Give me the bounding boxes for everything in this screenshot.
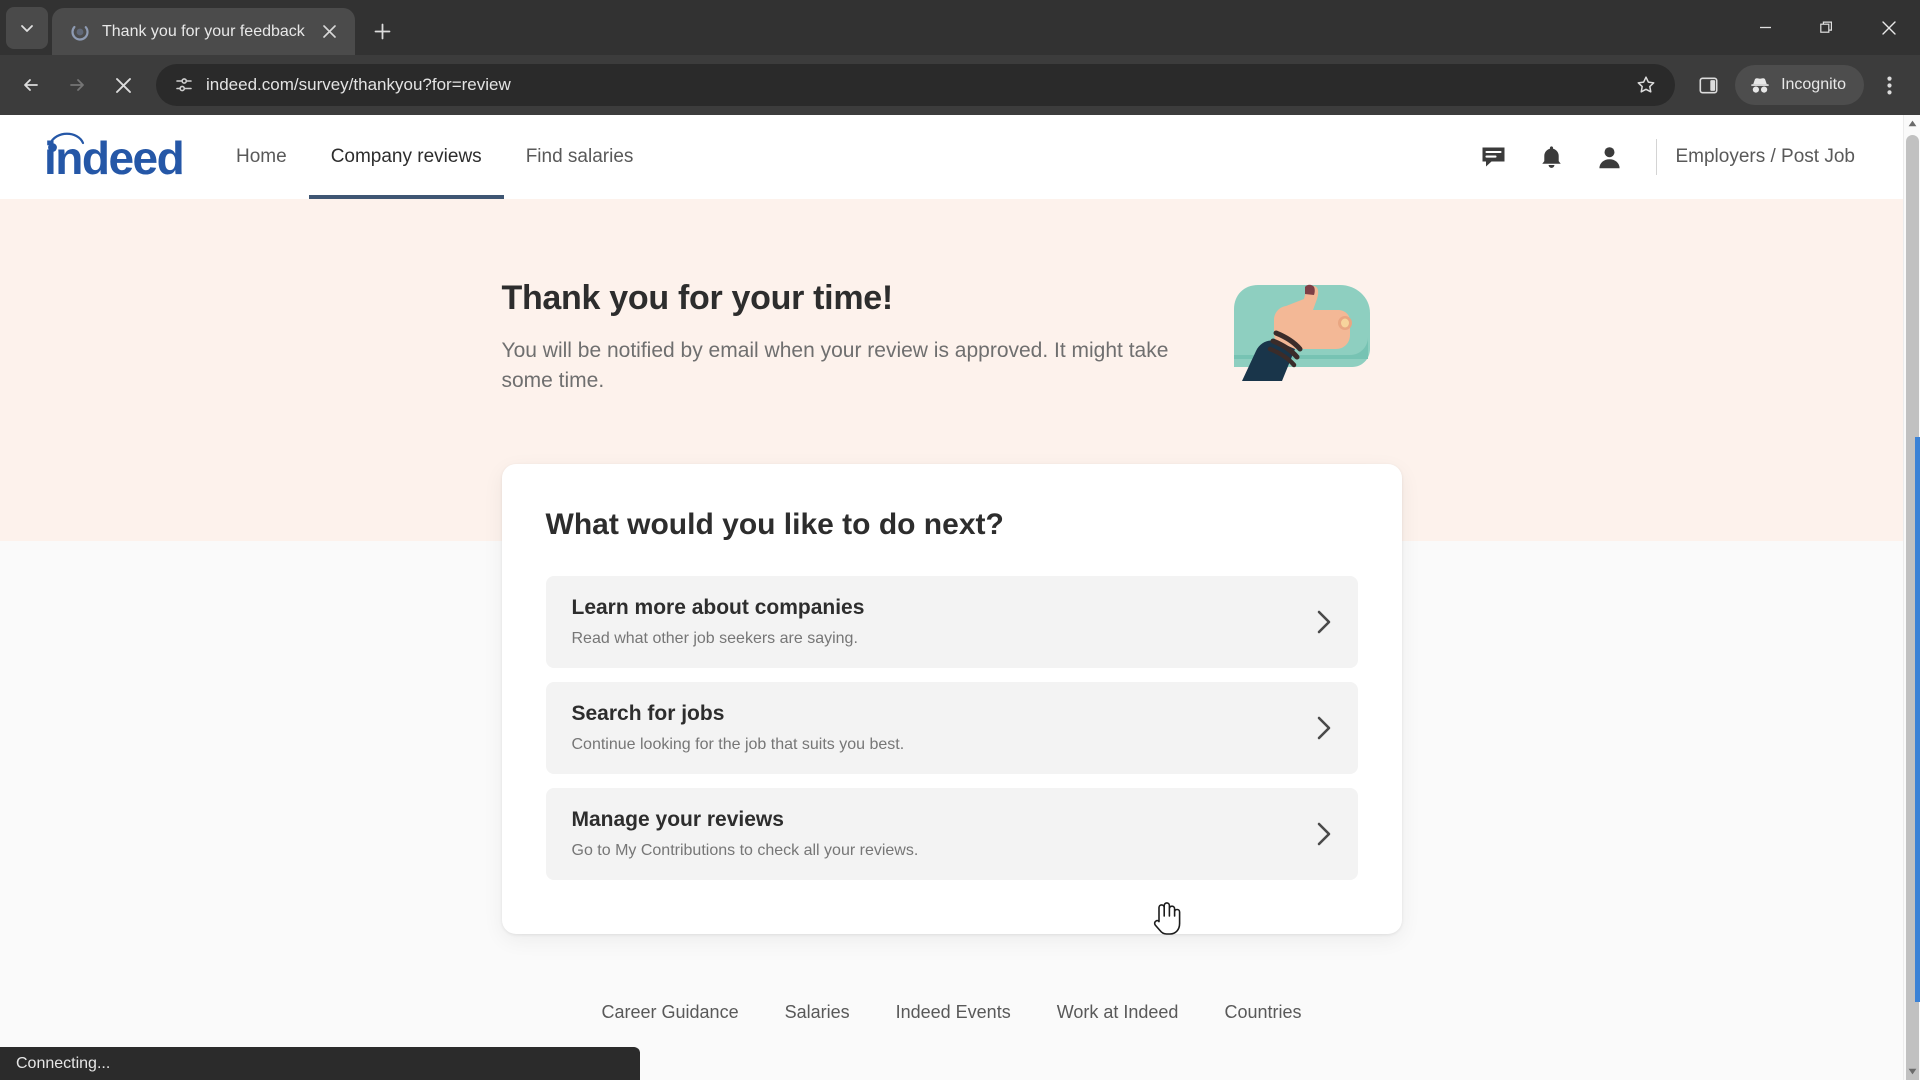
back-button[interactable] (10, 64, 52, 106)
scroll-down-arrow-icon[interactable] (1904, 1063, 1920, 1080)
close-icon (1882, 20, 1896, 35)
incognito-indicator[interactable]: Incognito (1735, 65, 1864, 105)
option-title: Learn more about companies (571, 596, 865, 619)
browser-toolbar: indeed.com/survey/thankyou?for=review In… (0, 55, 1920, 115)
header-actions: Employers / Post Job (1464, 128, 1867, 186)
browser-window: Thank you for your feedback indeed.com/s… (0, 0, 1920, 1080)
option-search-for-jobs[interactable]: Search for jobs Continue looking for the… (545, 682, 1358, 774)
browser-tab[interactable]: Thank you for your feedback (52, 8, 355, 55)
page-viewport: indeed Home Company reviews Find salarie… (0, 115, 1920, 1080)
stop-loading-icon (115, 77, 131, 93)
window-focus-edge (1915, 437, 1920, 1002)
close-window-button[interactable] (1858, 0, 1920, 55)
tab-strip: Thank you for your feedback (0, 0, 1920, 55)
stop-loading-button[interactable] (102, 64, 144, 106)
new-tab-button[interactable] (365, 13, 401, 49)
svg-text:indeed: indeed (44, 132, 183, 184)
option-title: Manage your reviews (571, 808, 784, 831)
tab-title: Thank you for your feedback (102, 22, 305, 40)
option-title: Search for jobs (571, 702, 725, 725)
card-title: What would you like to do next? (545, 508, 1004, 541)
tab-close-button[interactable] (317, 19, 343, 45)
arrow-left-icon (24, 79, 38, 91)
option-description: Go to My Contributions to check all your… (571, 842, 919, 859)
url-text[interactable]: indeed.com/survey/thankyou?for=review (206, 75, 1613, 95)
page-settings-icon[interactable] (174, 75, 194, 95)
footer-link-career-guidance[interactable]: Career Guidance (602, 1002, 739, 1023)
employers-post-job-link[interactable]: Employers / Post Job (1675, 146, 1867, 168)
bookmark-button[interactable] (1625, 64, 1667, 106)
messages-icon[interactable] (1464, 128, 1522, 186)
status-bubble: Connecting... (0, 1047, 640, 1080)
site-nav: Home Company reviews Find salaries (214, 115, 655, 199)
indeed-page: indeed Home Company reviews Find salarie… (0, 115, 1903, 1080)
nav-label: Find salaries (525, 146, 634, 167)
chevron-down-icon (21, 25, 33, 32)
indeed-logo[interactable]: indeed (36, 130, 188, 184)
footer-link-work-at-indeed[interactable]: Work at Indeed (1057, 1002, 1179, 1023)
nav-item-home[interactable]: Home (214, 115, 309, 199)
next-steps-card: What would you like to do next? Learn mo… (501, 464, 1402, 934)
site-header: indeed Home Company reviews Find salarie… (0, 115, 1903, 199)
chevron-right-icon (1302, 609, 1332, 635)
chevron-right-icon (1302, 715, 1332, 741)
hero-subtitle: You will be notified by email when your … (501, 339, 1169, 393)
footer-link-indeed-events[interactable]: Indeed Events (896, 1002, 1011, 1023)
nav-label: Home (236, 146, 287, 167)
arrow-right-icon (70, 79, 84, 91)
option-description: Read what other job seekers are saying. (571, 630, 858, 647)
forward-button[interactable] (56, 64, 98, 106)
side-panel-icon (1699, 76, 1718, 93)
header-divider (1656, 139, 1658, 175)
incognito-label: Incognito (1781, 76, 1846, 93)
page-title: Thank you for your time! (501, 279, 894, 317)
notifications-bell-icon[interactable] (1522, 128, 1580, 186)
option-manage-your-reviews[interactable]: Manage your reviews Go to My Contributio… (545, 788, 1358, 880)
address-bar[interactable]: indeed.com/survey/thankyou?for=review (156, 64, 1676, 106)
chevron-right-icon (1302, 821, 1332, 847)
plus-icon (374, 23, 391, 39)
side-panel-button[interactable] (1687, 64, 1729, 106)
nav-label: Company reviews (330, 146, 482, 167)
window-controls (1734, 0, 1920, 55)
footer-link-countries[interactable]: Countries (1224, 1002, 1301, 1023)
restore-icon (1820, 21, 1832, 33)
next-steps-card-wrapper: What would you like to do next? Learn mo… (0, 464, 1903, 934)
status-text: Connecting... (16, 1054, 111, 1072)
browser-menu-button[interactable] (1868, 64, 1910, 106)
minimize-button[interactable] (1734, 0, 1796, 55)
nav-item-find-salaries[interactable]: Find salaries (504, 115, 656, 199)
star-icon (1637, 76, 1655, 93)
option-learn-more-about-companies[interactable]: Learn more about companies Read what oth… (545, 576, 1358, 668)
three-dot-menu-icon (1886, 76, 1892, 94)
scroll-up-arrow-icon[interactable] (1904, 115, 1920, 132)
minimize-icon (1759, 26, 1771, 29)
user-profile-icon[interactable] (1580, 128, 1638, 186)
nav-item-company-reviews[interactable]: Company reviews (308, 115, 504, 199)
footer-link-salaries[interactable]: Salaries (785, 1002, 850, 1023)
thumbs-up-illustration (1212, 253, 1402, 388)
tab-search-button[interactable] (6, 7, 48, 49)
option-description: Continue looking for the job that suits … (571, 736, 905, 753)
loading-spinner-icon (70, 22, 90, 42)
incognito-spy-icon (1749, 75, 1771, 95)
maximize-restore-button[interactable] (1796, 0, 1858, 55)
